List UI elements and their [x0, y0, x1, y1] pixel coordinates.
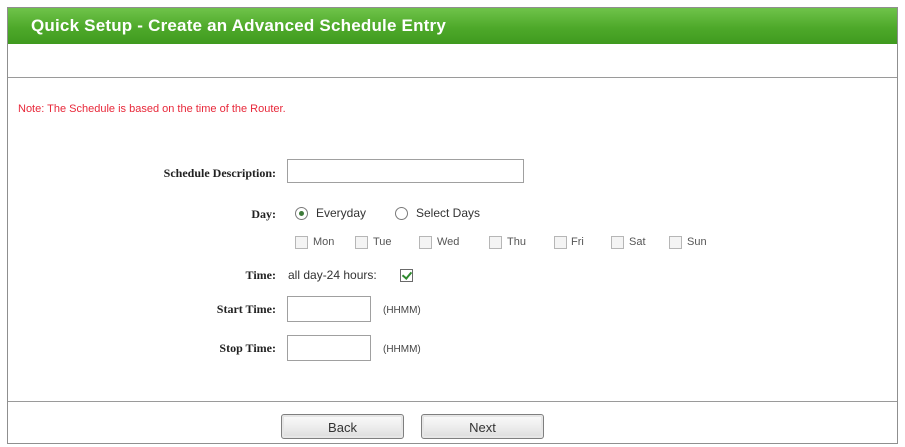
router-time-note: Note: The Schedule is based on the time …	[18, 103, 286, 115]
stop-time-hint: (HHMM)	[383, 344, 421, 355]
start-time-label: Start Time:	[216, 302, 276, 316]
start-time-hint: (HHMM)	[383, 305, 421, 316]
top-divider	[8, 77, 897, 78]
schedule-description-label: Schedule Description:	[163, 166, 276, 180]
start-time-input[interactable]	[287, 296, 371, 322]
day-checkbox-thu[interactable]	[489, 236, 502, 249]
day-checkbox-sun[interactable]	[669, 236, 682, 249]
everyday-radio[interactable]	[295, 207, 308, 220]
title-bar: Quick Setup - Create an Advanced Schedul…	[8, 8, 897, 44]
stop-time-input[interactable]	[287, 335, 371, 361]
everyday-option-label: Everyday	[316, 206, 367, 220]
day-checkbox-tue[interactable]	[355, 236, 368, 249]
day-label-thu: Thu	[507, 236, 526, 248]
day-label-wed: Wed	[437, 236, 460, 248]
day-label-fri: Fri	[571, 236, 584, 248]
day-label: Day:	[251, 207, 276, 221]
day-checkbox-sat[interactable]	[611, 236, 624, 249]
day-checkbox-wed[interactable]	[419, 236, 432, 249]
select-days-option-label: Select Days	[416, 206, 481, 220]
day-label-tue: Tue	[373, 236, 392, 248]
back-button[interactable]: Back	[281, 414, 404, 439]
schedule-panel: Quick Setup - Create an Advanced Schedul…	[7, 7, 898, 444]
all-day-checkbox[interactable]	[400, 269, 413, 282]
schedule-description-input[interactable]	[287, 159, 524, 183]
day-label-mon: Mon	[313, 236, 335, 248]
day-checkbox-mon[interactable]	[295, 236, 308, 249]
day-label-sat: Sat	[629, 236, 646, 248]
day-label-sun: Sun	[687, 236, 707, 248]
next-button[interactable]: Next	[421, 414, 544, 439]
page-title: Quick Setup - Create an Advanced Schedul…	[31, 16, 446, 35]
all-day-text: all day-24 hours:	[288, 268, 377, 282]
bottom-divider	[8, 401, 897, 402]
day-checkbox-fri[interactable]	[554, 236, 567, 249]
time-label: Time:	[245, 268, 276, 282]
select-days-radio[interactable]	[395, 207, 408, 220]
stop-time-label: Stop Time:	[219, 341, 276, 355]
